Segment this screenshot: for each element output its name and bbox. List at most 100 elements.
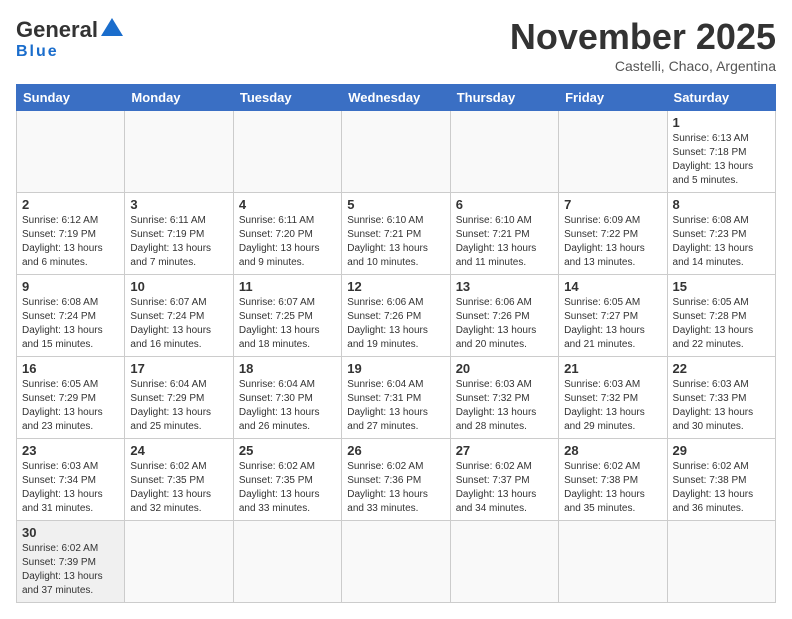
day-number: 25 xyxy=(239,443,336,458)
day-info: Sunrise: 6:02 AM Sunset: 7:38 PM Dayligh… xyxy=(564,460,661,516)
calendar-day-cell: 25 Sunrise: 6:02 AM Sunset: 7:35 PM Dayli… xyxy=(233,439,341,521)
day-number: 9 xyxy=(22,279,119,294)
day-number: 11 xyxy=(239,279,336,294)
calendar-header-row: SundayMondayTuesdayWednesdayThursdayFrid… xyxy=(17,85,776,111)
day-info: Sunrise: 6:02 AM Sunset: 7:38 PM Dayligh… xyxy=(673,460,770,516)
calendar-header-saturday: Saturday xyxy=(667,85,775,111)
subtitle: Castelli, Chaco, Argentina xyxy=(510,58,776,74)
day-number: 15 xyxy=(673,279,770,294)
day-number: 29 xyxy=(673,443,770,458)
day-info: Sunrise: 6:07 AM Sunset: 7:25 PM Dayligh… xyxy=(239,296,336,352)
day-info: Sunrise: 6:06 AM Sunset: 7:26 PM Dayligh… xyxy=(456,296,553,352)
day-number: 30 xyxy=(22,525,119,540)
calendar-day-cell xyxy=(17,111,125,193)
calendar-day-cell xyxy=(559,521,667,603)
day-info: Sunrise: 6:04 AM Sunset: 7:29 PM Dayligh… xyxy=(130,378,227,434)
calendar-day-cell: 27Sunrise: 6:02 AM Sunset: 7:37 PM Dayli… xyxy=(450,439,558,521)
calendar-header-wednesday: Wednesday xyxy=(342,85,450,111)
day-info: Sunrise: 6:03 AM Sunset: 7:34 PM Dayligh… xyxy=(22,460,119,516)
calendar-day-cell xyxy=(450,521,558,603)
day-number: 19 xyxy=(347,361,444,376)
day-info: Sunrise: 6:06 AM Sunset: 7:26 PM Dayligh… xyxy=(347,296,444,352)
calendar-day-cell: 7Sunrise: 6:09 AM Sunset: 7:22 PM Daylig… xyxy=(559,193,667,275)
day-number: 16 xyxy=(22,361,119,376)
day-number: 22 xyxy=(673,361,770,376)
day-number: 6 xyxy=(456,197,553,212)
day-info: Sunrise: 6:04 AM Sunset: 7:31 PM Dayligh… xyxy=(347,378,444,434)
calendar-day-cell: 5 Sunrise: 6:10 AM Sunset: 7:21 PM Daylig… xyxy=(342,193,450,275)
calendar-week-row: 16 Sunrise: 6:05 AM Sunset: 7:29 PM Dayli… xyxy=(17,357,776,439)
day-number: 2 xyxy=(22,197,119,212)
day-number: 14 xyxy=(564,279,661,294)
calendar-week-row: 30 Sunrise: 6:02 AM Sunset: 7:39 PM Dayli… xyxy=(17,521,776,603)
calendar-day-cell: 4Sunrise: 6:11 AM Sunset: 7:20 PM Daylig… xyxy=(233,193,341,275)
calendar-header-sunday: Sunday xyxy=(17,85,125,111)
calendar-day-cell: 15 Sunrise: 6:05 AM Sunset: 7:28 PM Dayli… xyxy=(667,275,775,357)
day-info: Sunrise: 6:05 AM Sunset: 7:28 PM Dayligh… xyxy=(673,296,770,352)
day-info: Sunrise: 6:02 AM Sunset: 7:35 PM Dayligh… xyxy=(239,460,336,516)
month-title: November 2025 xyxy=(510,16,776,58)
calendar-day-cell xyxy=(125,111,233,193)
day-info: Sunrise: 6:11 AM Sunset: 7:19 PM Dayligh… xyxy=(130,214,227,270)
calendar-day-cell xyxy=(342,521,450,603)
calendar-day-cell: 6 Sunrise: 6:10 AM Sunset: 7:21 PM Daylig… xyxy=(450,193,558,275)
day-number: 1 xyxy=(673,115,770,130)
calendar-day-cell: 26 Sunrise: 6:02 AM Sunset: 7:36 PM Dayli… xyxy=(342,439,450,521)
calendar-day-cell xyxy=(233,111,341,193)
calendar-day-cell xyxy=(559,111,667,193)
calendar-day-cell: 11 Sunrise: 6:07 AM Sunset: 7:25 PM Dayli… xyxy=(233,275,341,357)
calendar-day-cell xyxy=(233,521,341,603)
calendar-day-cell: 2 Sunrise: 6:12 AM Sunset: 7:19 PM Daylig… xyxy=(17,193,125,275)
day-number: 13 xyxy=(456,279,553,294)
calendar-day-cell: 20Sunrise: 6:03 AM Sunset: 7:32 PM Dayli… xyxy=(450,357,558,439)
day-info: Sunrise: 6:08 AM Sunset: 7:24 PM Dayligh… xyxy=(22,296,119,352)
title-area: November 2025 Castelli, Chaco, Argentina xyxy=(510,16,776,74)
calendar-header-thursday: Thursday xyxy=(450,85,558,111)
day-number: 3 xyxy=(130,197,227,212)
day-number: 18 xyxy=(239,361,336,376)
calendar-day-cell: 17Sunrise: 6:04 AM Sunset: 7:29 PM Dayli… xyxy=(125,357,233,439)
day-info: Sunrise: 6:03 AM Sunset: 7:32 PM Dayligh… xyxy=(564,378,661,434)
calendar-week-row: 23 Sunrise: 6:03 AM Sunset: 7:34 PM Dayli… xyxy=(17,439,776,521)
calendar-day-cell: 22 Sunrise: 6:03 AM Sunset: 7:33 PM Dayli… xyxy=(667,357,775,439)
calendar-week-row: 2 Sunrise: 6:12 AM Sunset: 7:19 PM Daylig… xyxy=(17,193,776,275)
day-info: Sunrise: 6:02 AM Sunset: 7:39 PM Dayligh… xyxy=(22,542,119,598)
calendar-day-cell: 1Sunrise: 6:13 AM Sunset: 7:18 PM Daylig… xyxy=(667,111,775,193)
calendar-day-cell: 13 Sunrise: 6:06 AM Sunset: 7:26 PM Dayli… xyxy=(450,275,558,357)
calendar-day-cell: 23 Sunrise: 6:03 AM Sunset: 7:34 PM Dayli… xyxy=(17,439,125,521)
day-info: Sunrise: 6:10 AM Sunset: 7:21 PM Dayligh… xyxy=(456,214,553,270)
calendar-header-tuesday: Tuesday xyxy=(233,85,341,111)
calendar-day-cell xyxy=(667,521,775,603)
calendar-day-cell: 28 Sunrise: 6:02 AM Sunset: 7:38 PM Dayli… xyxy=(559,439,667,521)
day-number: 28 xyxy=(564,443,661,458)
calendar-day-cell: 24Sunrise: 6:02 AM Sunset: 7:35 PM Dayli… xyxy=(125,439,233,521)
calendar-day-cell: 19 Sunrise: 6:04 AM Sunset: 7:31 PM Dayli… xyxy=(342,357,450,439)
calendar-day-cell xyxy=(450,111,558,193)
day-info: Sunrise: 6:12 AM Sunset: 7:19 PM Dayligh… xyxy=(22,214,119,270)
calendar-day-cell: 30 Sunrise: 6:02 AM Sunset: 7:39 PM Dayli… xyxy=(17,521,125,603)
calendar-week-row: 9 Sunrise: 6:08 AM Sunset: 7:24 PM Daylig… xyxy=(17,275,776,357)
logo-general-text: General xyxy=(16,17,98,43)
calendar-day-cell xyxy=(125,521,233,603)
calendar-day-cell: 16 Sunrise: 6:05 AM Sunset: 7:29 PM Dayli… xyxy=(17,357,125,439)
day-info: Sunrise: 6:05 AM Sunset: 7:27 PM Dayligh… xyxy=(564,296,661,352)
page-header: General Blue November 2025 Castelli, Cha… xyxy=(16,16,776,74)
day-number: 5 xyxy=(347,197,444,212)
calendar-day-cell: 14 Sunrise: 6:05 AM Sunset: 7:27 PM Dayli… xyxy=(559,275,667,357)
logo-area: General Blue xyxy=(16,16,123,61)
day-info: Sunrise: 6:11 AM Sunset: 7:20 PM Dayligh… xyxy=(239,214,336,270)
day-info: Sunrise: 6:02 AM Sunset: 7:35 PM Dayligh… xyxy=(130,460,227,516)
day-info: Sunrise: 6:10 AM Sunset: 7:21 PM Dayligh… xyxy=(347,214,444,270)
day-number: 26 xyxy=(347,443,444,458)
calendar-week-row: 1Sunrise: 6:13 AM Sunset: 7:18 PM Daylig… xyxy=(17,111,776,193)
calendar-day-cell: 18Sunrise: 6:04 AM Sunset: 7:30 PM Dayli… xyxy=(233,357,341,439)
day-info: Sunrise: 6:05 AM Sunset: 7:29 PM Dayligh… xyxy=(22,378,119,434)
day-info: Sunrise: 6:02 AM Sunset: 7:37 PM Dayligh… xyxy=(456,460,553,516)
calendar-day-cell: 21 Sunrise: 6:03 AM Sunset: 7:32 PM Dayli… xyxy=(559,357,667,439)
day-info: Sunrise: 6:07 AM Sunset: 7:24 PM Dayligh… xyxy=(130,296,227,352)
day-number: 21 xyxy=(564,361,661,376)
day-info: Sunrise: 6:02 AM Sunset: 7:36 PM Dayligh… xyxy=(347,460,444,516)
calendar-header-friday: Friday xyxy=(559,85,667,111)
day-info: Sunrise: 6:03 AM Sunset: 7:33 PM Dayligh… xyxy=(673,378,770,434)
day-number: 23 xyxy=(22,443,119,458)
